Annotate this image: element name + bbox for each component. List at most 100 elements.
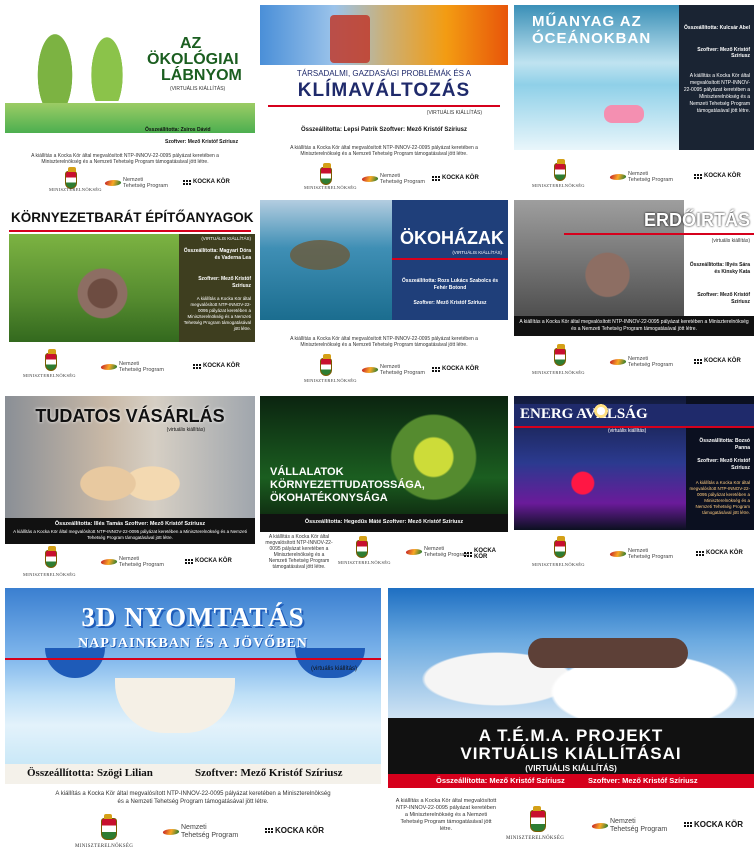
ntp-line: Tehetség Program [181, 832, 239, 839]
ministry-logo: MINISZTERELNÖKSÉG [23, 373, 76, 378]
author-credit: Összeállította: Rozs Lukács Szabolcs és … [401, 278, 499, 291]
credit-bar: Összeállította: Illés Tamás Szoftver: Me… [5, 518, 255, 544]
ntp-swoosh-icon [590, 823, 610, 829]
kocka-label: KOCKA KÖR [203, 363, 240, 369]
coat-of-arms-icon [45, 349, 57, 371]
tile-3d-printing[interactable]: 3D NYOMTATÁS NAPJAINKBAN ÉS A JÖVŐBEN (v… [5, 588, 381, 854]
title-line: NAPJAINKBAN ÉS A JÖVŐBEN [78, 636, 308, 651]
funding-note: A kiállítás a Kocka Kör által megvalósít… [683, 73, 750, 114]
ntp-line: Tehetség Program [123, 183, 168, 189]
subtitle: (VIRTUÁLIS KIÁLLÍTÁS) [452, 250, 502, 255]
funding-note: A kiállítás a Kocka Kör által megvalósít… [183, 296, 251, 331]
ntp-swoosh-icon [99, 559, 119, 565]
people-shapes [75, 436, 185, 531]
footer: MINISZTERELNÖKSÉG Nemzeti Tehetség Progra… [514, 530, 754, 580]
tile-climate-change[interactable]: TÁRSADALMI, GAZDASÁGI PROBLÉMÁK ÉS A KLÍ… [260, 5, 508, 192]
hobbit-house-photo [9, 234, 179, 342]
kocka-dots-icon [464, 551, 472, 557]
tile-deforestation[interactable]: ERDŐIRTÁS (virtuális kiállítás) Összeáll… [514, 200, 754, 390]
kocka-dots-icon [684, 822, 692, 827]
software-credit: Szoftver: Mező Kristóf Szíriusz [413, 300, 487, 306]
ntp-logo: Nemzeti Tehetség Program [360, 364, 425, 376]
coat-of-arms-icon [554, 344, 566, 366]
footer: MINISZTERELNÖKSÉG Nemzeti Tehetség Progra… [5, 544, 255, 580]
ntp-line: Tehetség Program [380, 370, 425, 376]
red-rule [564, 233, 754, 235]
credits: Összeállította: Lepsi Patrik Szoftver: M… [300, 127, 468, 133]
title-line: KÖRNYEZETTUDATOSSÁGA, [270, 479, 425, 491]
pre-title: TÁRSADALMI, GAZDASÁGI PROBLÉMÁK ÉS A [296, 69, 472, 78]
footer: A kiállítás a Kocka Kör által megvalósít… [388, 788, 754, 854]
ntp-swoosh-icon [161, 829, 181, 835]
footer: A kiállítás a Kocka Kör által megvalósít… [260, 534, 508, 580]
tile-corporate-eco-awareness[interactable]: VÁLLALATOK KÖRNYEZETTUDATOSSÁGA, ÖKOHATÉ… [260, 396, 508, 580]
ntp-swoosh-icon [608, 359, 628, 365]
ntp-logo: Nemzeti Tehetség Program [608, 356, 673, 368]
tile-eco-houses[interactable]: ÖKOHÁZAK (VIRTUÁLIS KIÁLLÍTÁS) Összeállí… [260, 200, 508, 390]
tile-energy-crisis[interactable]: ENERG AVÁLSÁG (virtuális kiállítás) Össz… [514, 396, 754, 580]
ministry-logo: MINISZTERELNÖKSÉG [338, 560, 391, 565]
title-band: ENERG AVÁLSÁG [514, 404, 754, 426]
ntp-swoosh-icon [103, 180, 123, 186]
credit-bar: A kiállítás a Kocka Kör által megvalósít… [514, 316, 754, 336]
credit-bar: Összeállította: Mező Kristóf Szíriusz Sz… [388, 774, 754, 788]
title-line: LÁBNYOM [161, 67, 242, 84]
tile-ecological-footprint[interactable]: AZ ÖKOLÓGIAI LÁBNYOM (VIRTUÁLIS KIÁLLÍTÁ… [5, 5, 255, 192]
title-band: A T.É.M.A. PROJEKT VIRTUÁLIS KIÁLLÍTÁSAI… [388, 718, 754, 788]
ntp-logo: Nemzeti Tehetség Program [360, 173, 425, 185]
red-rule [514, 426, 754, 428]
author-credit: Összeállította: Szögi Lilian [27, 767, 153, 779]
banner: TUDATOS VÁSÁRLÁS (virtuális kiállítás) Ö… [5, 396, 255, 544]
title-line: A T.É.M.A. PROJEKT [478, 726, 664, 745]
kocka-dots-icon [694, 173, 702, 179]
ntp-logo: Nemzeti Tehetség Program [608, 171, 673, 183]
footer: MINISZTERELNÖKSÉG Nemzeti Tehetség Progra… [514, 153, 754, 192]
exhibition-gallery: AZ ÖKOLÓGIAI LÁBNYOM (VIRTUÁLIS KIÁLLÍTÁ… [0, 0, 756, 856]
funding-note: A kiállítás a Kocka Kör által megvalósít… [13, 529, 247, 540]
ministry-logo: MINISZTERELNÖKSÉG [506, 836, 565, 841]
title: KÖRNYEZETBARÁT ÉPÍTŐANYAGOK [11, 210, 254, 225]
subtitle: (virtuális kiállítás) [166, 427, 205, 433]
coat-of-arms-icon [554, 159, 566, 181]
tile-tema-project[interactable]: A T.É.M.A. PROJEKT VIRTUÁLIS KIÁLLÍTÁSAI… [388, 588, 754, 854]
coat-of-arms-icon [356, 536, 368, 558]
kocka-label: KOCKA KÖR [704, 173, 741, 179]
kocka-dots-icon [432, 366, 440, 372]
funding-note: A kiállítás a Kocka Kör által megvalósít… [31, 153, 219, 165]
software-credit: Szoftver: Mező Kristóf Szíriusz [195, 767, 343, 779]
funding-note: A kiállítás a Kocka Kör által megvalósít… [290, 336, 478, 348]
ministry-logo: MINISZTERELNÖKSÉG [532, 562, 585, 567]
author-credit: Összeállította: Kulcsár Abel [684, 25, 750, 31]
airship-shape [528, 638, 688, 668]
title: ÖKOHÁZAK [400, 228, 504, 248]
ntp-swoosh-icon [608, 174, 628, 180]
subtitle: (VIRTUÁLIS KIÁLLÍTÁS) [426, 110, 482, 116]
author-credit: Összeállította: Bozsó Panna [699, 438, 750, 451]
ntp-logo: Nemzeti Tehetség Program [404, 546, 469, 558]
title-line: ÖKOHATÉKONYSÁGA [270, 492, 388, 504]
coat-of-arms-icon [320, 163, 332, 185]
title: KLÍMAVÁLTOZÁS [297, 80, 471, 101]
ntp-swoosh-icon [404, 549, 424, 555]
coat-of-arms-icon [45, 546, 57, 568]
ntp-swoosh-icon [360, 367, 380, 373]
kocka-kor-logo: KOCKA KÖR [684, 820, 743, 829]
banner: MŰANYAG AZ ÓCEÁNOKBAN Összeállította: Ku… [514, 5, 754, 150]
kocka-kor-logo: KOCKA KÖR [193, 363, 240, 369]
title: ENERG AVÁLSÁG [520, 406, 648, 422]
tile-eco-building-materials[interactable]: KÖRNYEZETBARÁT ÉPÍTŐANYAGOK (VIRTUÁLIS K… [5, 200, 255, 390]
funding-note: A kiállítás a Kocka Kör által megvalósít… [395, 798, 497, 832]
red-rule [268, 105, 500, 107]
ntp-logo: Nemzeti Tehetség Program [99, 361, 164, 373]
coat-of-arms-icon [554, 536, 566, 558]
kocka-kor-logo: KOCKA KÖR [265, 826, 324, 835]
banner: KÖRNYEZETBARÁT ÉPÍTŐANYAGOK (VIRTUÁLIS K… [5, 200, 255, 345]
lightbulb-icon [594, 402, 608, 420]
kocka-dots-icon [265, 828, 273, 833]
footprint-icon [87, 27, 127, 101]
kocka-kor-logo: KOCKA KÖR [696, 550, 743, 556]
kocka-label: KOCKA KÖR [195, 558, 232, 564]
tile-conscious-shopping[interactable]: TUDATOS VÁSÁRLÁS (virtuális kiállítás) Ö… [5, 396, 255, 580]
subtitle: (VIRTUÁLIS KIÁLLÍTÁS) [525, 764, 617, 773]
tile-plastic-oceans[interactable]: MŰANYAG AZ ÓCEÁNOKBAN Összeállította: Ku… [514, 5, 754, 192]
